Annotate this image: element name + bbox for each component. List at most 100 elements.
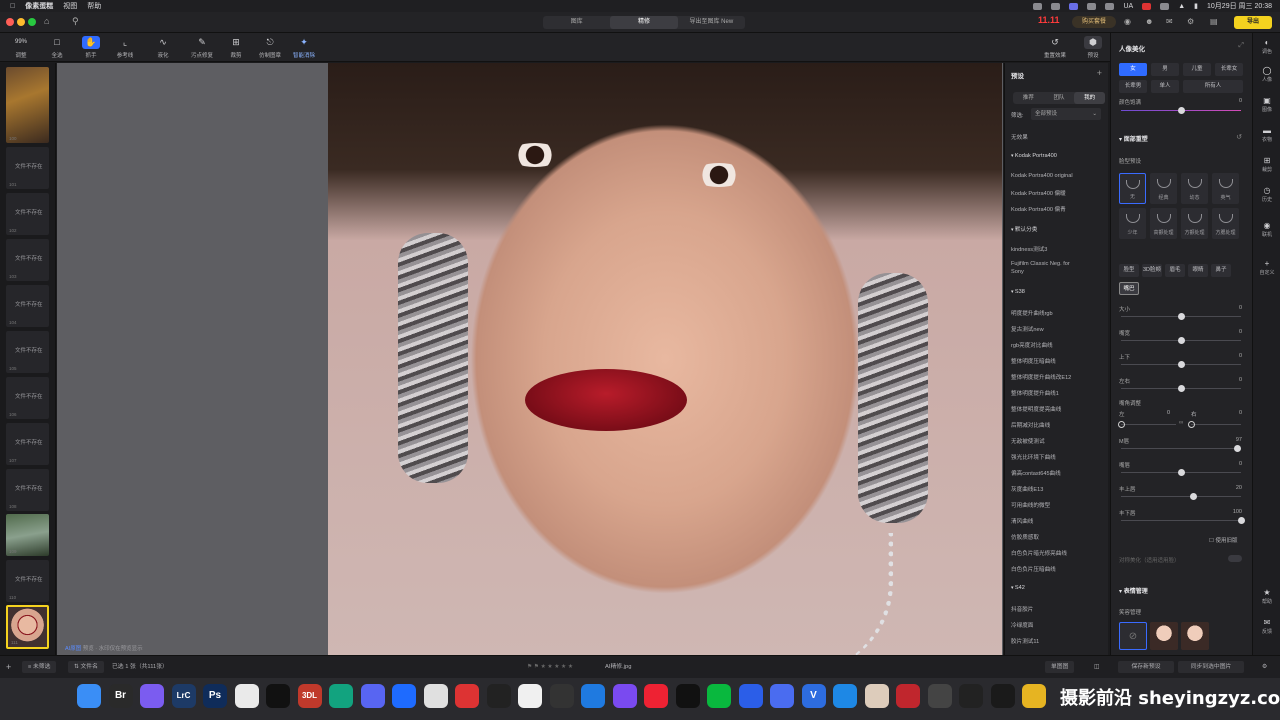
dock-app-icon[interactable] [140, 684, 164, 708]
slider-track[interactable] [1121, 107, 1241, 114]
preset-item[interactable]: 无敌被使测试 [1011, 437, 1045, 445]
dock-app-icon[interactable] [833, 684, 857, 708]
preset-item[interactable]: 抖音胶片 [1011, 605, 1033, 613]
slider-knob[interactable] [1188, 421, 1195, 428]
presets-tab-recommend[interactable]: 推荐 [1013, 92, 1044, 104]
dock-app-icon[interactable] [360, 684, 385, 708]
dock-app-icon[interactable] [770, 684, 794, 708]
smile-option-avatar[interactable] [1150, 622, 1178, 650]
slider-track[interactable] [1121, 361, 1241, 368]
slider-knob[interactable] [1178, 361, 1185, 368]
status-icon[interactable] [1033, 2, 1043, 10]
status-icon[interactable] [1069, 2, 1079, 10]
preset-item[interactable]: 冷绿度面 [1011, 621, 1033, 629]
slider-knob[interactable] [1178, 469, 1185, 476]
dock-app-icon[interactable]: 3DL [297, 684, 322, 708]
face-shape-option[interactable]: 英气 [1212, 173, 1239, 204]
gender-button[interactable]: 儿童 [1183, 63, 1211, 76]
preset-group[interactable]: S42 [1011, 585, 1025, 591]
preset-item[interactable]: 复古测试new [1011, 325, 1044, 333]
expand-icon[interactable]: ⤢ [1238, 42, 1244, 50]
preset-item[interactable]: 可用曲线的微型 [1011, 501, 1050, 509]
face-shape-option[interactable]: 少年 [1119, 208, 1146, 239]
thumbnail-missing[interactable]: 文件不存在 106 [6, 377, 49, 419]
slider-knob[interactable] [1178, 107, 1185, 114]
link-icon[interactable]: ∞ [1179, 420, 1183, 426]
slider-knob[interactable] [1238, 517, 1245, 524]
menu-app-name[interactable]: 像素蛋糕 [25, 1, 53, 11]
dock-app-icon[interactable] [392, 684, 416, 708]
asym-left-track[interactable] [1118, 421, 1176, 428]
slider-knob[interactable] [1178, 337, 1185, 344]
dock-app-icon[interactable]: Ps [203, 684, 227, 708]
preset-group[interactable]: Kodak Portra400 [1011, 153, 1057, 159]
slider-track[interactable] [1121, 469, 1241, 476]
preset-group[interactable]: S38 [1011, 289, 1025, 295]
slider-knob[interactable] [1234, 445, 1242, 452]
thumbnail-missing[interactable]: 文件不存在 103 [6, 239, 49, 281]
dock-app-icon[interactable] [707, 684, 731, 708]
home-icon[interactable]: ⌂ [44, 16, 49, 26]
gender-button[interactable]: 男 [1151, 63, 1179, 76]
dock-app-icon[interactable] [518, 684, 542, 708]
dock-app-icon[interactable] [329, 684, 353, 708]
menu-help[interactable]: 帮助 [87, 1, 101, 11]
preset-item[interactable]: 无效果 [1011, 133, 1028, 141]
face-part-tab[interactable]: 脸型 [1119, 264, 1139, 277]
dock-app-icon[interactable] [455, 684, 479, 708]
thumbnail-missing[interactable]: 文件不存在 107 [6, 423, 49, 465]
preset-item[interactable]: Sony [1011, 269, 1024, 275]
preset-item[interactable]: 偏高contast645曲线 [1011, 469, 1061, 477]
preset-item[interactable]: rgb亮度对比曲线 [1011, 341, 1053, 349]
battery-icon[interactable]: ▮ [1194, 2, 1198, 10]
liquify-tool[interactable]: ∿ 液化 [148, 36, 178, 59]
headset-icon[interactable]: ◉ [1124, 17, 1131, 26]
gender-button[interactable]: 单人 [1151, 80, 1179, 93]
slider-track[interactable] [1121, 337, 1241, 344]
thumbnail-missing[interactable]: 文件不存在 104 [6, 285, 49, 327]
select-all-tool[interactable]: □ 全选 [42, 36, 72, 59]
slider-knob[interactable] [1190, 493, 1197, 500]
sync-button[interactable]: 同步到选中图片 [1178, 661, 1244, 673]
presets-tab-team[interactable]: 团队 [1044, 92, 1075, 104]
reset-section-icon[interactable]: ↺ [1236, 133, 1242, 141]
thumbnail[interactable]: 100 [6, 67, 49, 143]
preset-item[interactable]: Fujifilm Classic Neg. for [1011, 261, 1070, 267]
hand-tool[interactable]: ✋ 抓手 [76, 36, 106, 59]
export-button[interactable]: 导出 [1234, 16, 1272, 29]
guide-tool[interactable]: ⌞ 参考线 [110, 36, 140, 59]
wifi-icon[interactable]: ▲ [1178, 3, 1185, 10]
preset-item[interactable]: 整体明度压暗曲线 [1011, 357, 1056, 365]
zoom-tool[interactable]: 99% 调整 [6, 36, 36, 59]
asym-right-track[interactable] [1188, 421, 1241, 428]
thumbnail-missing[interactable]: 文件不存在 102 [6, 193, 49, 235]
preset-item[interactable]: 灰度曲线E13 [1011, 485, 1043, 493]
module-help[interactable]: ★ 帮助 [1253, 588, 1280, 605]
promo-badge[interactable]: 11.11 [1038, 15, 1060, 25]
module-camera[interactable]: ◉ 联机 [1253, 221, 1280, 238]
clock[interactable]: 10月29日 周三 20:38 [1207, 1, 1272, 11]
thumbnail-selected[interactable]: 111 [6, 605, 49, 649]
apple-icon[interactable]:  [10, 3, 15, 10]
image-canvas[interactable]: AI原图 预览 · 水印仅在预览显示 [57, 63, 1003, 673]
settings-icon[interactable]: ⚙ [1262, 661, 1267, 673]
canvas-hint-ai[interactable]: AI原图 [65, 646, 81, 652]
preset-item[interactable]: 整体明度提升曲线1 [1011, 389, 1059, 397]
preset-item[interactable]: 白色负片暗光修亮曲线 [1011, 549, 1067, 557]
dock-app-icon[interactable] [738, 684, 763, 708]
slider-track[interactable] [1121, 493, 1241, 500]
slider-track[interactable] [1121, 517, 1245, 524]
face-part-tab[interactable]: 眼睛 [1188, 264, 1208, 277]
status-icon[interactable] [1142, 2, 1152, 10]
preset-group[interactable]: 默认分类 [1011, 225, 1037, 233]
preset-item[interactable]: 整体提明度提亮曲线 [1011, 405, 1061, 413]
face-shape-option[interactable]: 经典 [1150, 173, 1177, 204]
ai-erase-tool[interactable]: ✦ 智能消除 [289, 36, 319, 59]
buy-plan-button[interactable]: 购买套餐 [1072, 16, 1116, 28]
dock-app-icon[interactable] [234, 684, 259, 708]
dock-app-icon[interactable] [549, 684, 574, 708]
window-minimize-button[interactable] [17, 18, 25, 26]
face-part-tab[interactable]: 鼻子 [1211, 264, 1231, 277]
dock-app-icon[interactable] [612, 684, 637, 708]
preset-item[interactable]: 清风曲线 [1011, 517, 1033, 525]
